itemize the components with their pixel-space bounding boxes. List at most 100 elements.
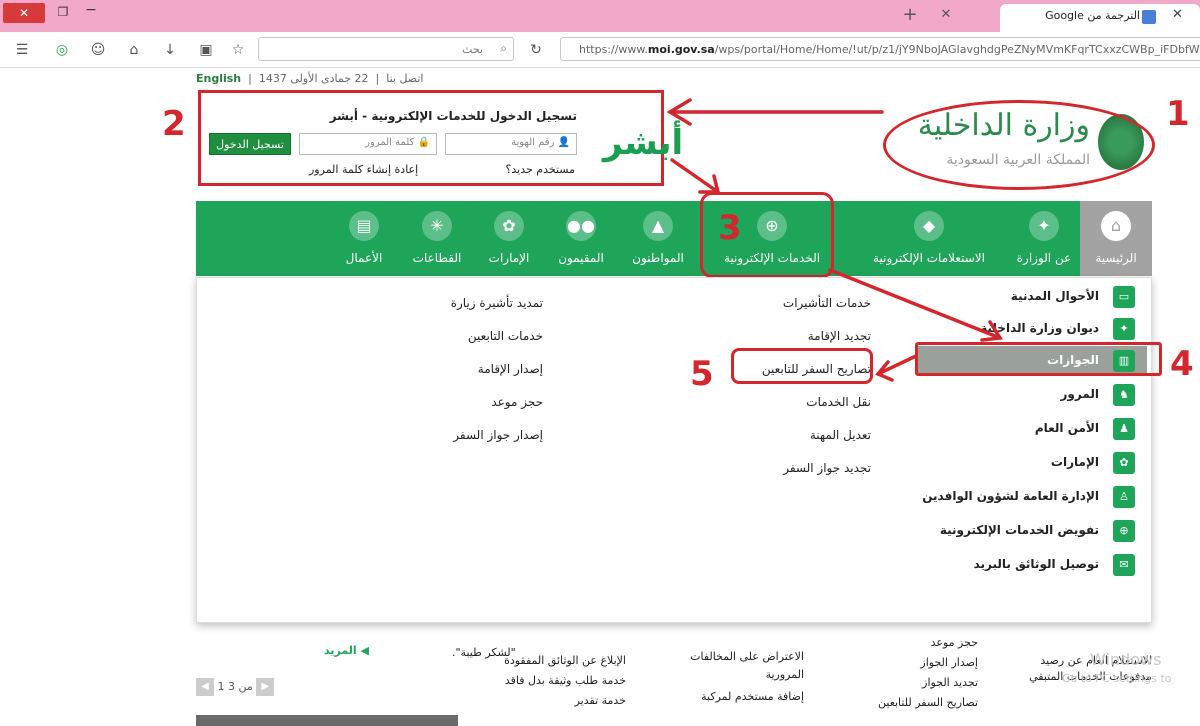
search-box[interactable]: ⌕ xyxy=(258,37,514,61)
sidebar-item-civil-affairs[interactable]: ▭ الأحوال المدنية xyxy=(917,282,1147,312)
emblem-icon: ✦ xyxy=(1113,318,1135,340)
list-item[interactable]: حجز موعد xyxy=(931,636,978,649)
window-close-button[interactable]: ✕ xyxy=(3,3,45,23)
annotation-number-3: 3 xyxy=(718,208,742,248)
screenshot-root: ✕ ❐ − + ✕ الترجمة من Google ✕ ☰ ◎ ☺ ⌂ ↓ … xyxy=(0,0,1200,726)
link-book-appointment[interactable]: حجز موعد xyxy=(491,395,543,409)
officer-icon: ♟ xyxy=(1113,418,1135,440)
nav-home[interactable]: ⌂ الرئيسية xyxy=(1080,201,1152,276)
nav-home-label: الرئيسية xyxy=(1095,251,1137,265)
id-number-field[interactable]: 👤 رقم الهوية xyxy=(445,133,577,155)
link-passport-renewal[interactable]: تجديد جواز السفر xyxy=(783,461,871,475)
arrow-head-2 xyxy=(698,174,721,194)
nav-inquiries-label: الاستعلامات الإلكترونية xyxy=(873,251,985,265)
emirates-icon: ✿ xyxy=(494,211,524,241)
link-visit-visa-extension[interactable]: تمديد تأشيرة زيارة xyxy=(451,296,543,310)
new-user-link[interactable]: مستخدم جديد؟ xyxy=(506,163,575,176)
english-link[interactable]: English xyxy=(196,72,241,85)
nav-sectors[interactable]: ✳ القطاعات xyxy=(402,201,472,276)
window-minimize-icon[interactable]: − xyxy=(82,2,100,22)
nav-residents[interactable]: ●● المقيمون xyxy=(546,201,616,276)
sidebar-item-label: الأحوال المدنية xyxy=(1010,289,1099,303)
sidebar-item-emirates[interactable]: ✿ الإمارات xyxy=(917,448,1147,478)
sidebar-item-label: تفويض الخدمات الإلكترونية xyxy=(939,523,1099,537)
reload-icon[interactable]: ↻ xyxy=(526,40,546,60)
list-item[interactable]: تجديد الجواز xyxy=(922,676,978,689)
nav-inquiries[interactable]: ◆ الاستعلامات الإلكترونية xyxy=(850,201,1008,276)
eservices-dropdown: ▭ الأحوال المدنية ✦ ديوان وزارة الداخلية ▥… xyxy=(196,277,1152,623)
menu-icon[interactable]: ☰ xyxy=(12,40,32,60)
chat-icon[interactable]: ☺ xyxy=(88,40,108,60)
link-iqama-issue[interactable]: إصدار الإقامة xyxy=(478,362,543,376)
new-tab-button[interactable]: + xyxy=(900,4,920,26)
address-bar[interactable]: https://www.moi.gov.sa/wps/portal/Home/H… xyxy=(560,37,1200,61)
family-icon: ♙ xyxy=(1113,486,1135,508)
contact-link[interactable]: اتصل بنا xyxy=(386,72,423,85)
sidebar-item-label: المرور xyxy=(1060,387,1100,401)
link-transfer-services[interactable]: نقل الخدمات xyxy=(806,395,871,409)
nav-business[interactable]: ▤ الأعمال xyxy=(330,201,398,276)
bottom-scrollbar[interactable] xyxy=(196,715,458,726)
list-item[interactable]: تصاريح السفر للتابعين xyxy=(878,696,978,709)
tab-title: الترجمة من Google xyxy=(1045,9,1140,22)
link-iqama-renewal[interactable]: تجديد الإقامة xyxy=(808,329,871,343)
bookmark-star-icon[interactable]: ☆ xyxy=(228,40,248,60)
link-passport-issue[interactable]: إصدار جواز السفر xyxy=(453,428,543,442)
clipboard-icon[interactable]: ▣ xyxy=(196,40,216,60)
login-button[interactable]: تسجيل الدخول xyxy=(209,133,291,155)
sidebar-item-label: الأمن العام xyxy=(1034,421,1099,435)
more-label: المزيد xyxy=(324,644,357,657)
browser-tabbar: ✕ ❐ − + ✕ الترجمة من Google ✕ xyxy=(0,0,1200,32)
annotation-number-4: 4 xyxy=(1170,344,1194,384)
tab-close-icon[interactable]: ✕ xyxy=(936,4,956,26)
nav-citizens[interactable]: ▲ المواطنون xyxy=(620,201,696,276)
sidebar-item-label: الإدارة العامة لشؤون الوافدين xyxy=(922,489,1099,503)
people-icon: ●● xyxy=(566,211,596,241)
reset-password-link[interactable]: إعادة إنشاء كلمة المرور xyxy=(309,163,418,176)
list-item[interactable]: الاعتراض على المخالفات xyxy=(690,650,804,663)
sidebar-item-eservices-delegation[interactable]: ⊕ تفويض الخدمات الإلكترونية xyxy=(917,516,1147,546)
sidebar-item-expats-affairs[interactable]: ♙ الإدارة العامة لشؤون الوافدين xyxy=(917,482,1147,512)
speed-dial-icon[interactable]: ◎ xyxy=(52,40,72,60)
nav-residents-label: المقيمون xyxy=(558,251,604,265)
nav-business-label: الأعمال xyxy=(345,251,383,265)
list-item[interactable]: إضافة مستخدم لمركبة xyxy=(701,690,804,703)
list-item[interactable]: المرورية xyxy=(766,668,804,681)
download-icon[interactable]: ↓ xyxy=(160,40,180,60)
sidebar-item-traffic[interactable]: ♞ المرور xyxy=(917,380,1147,410)
absher-title: تسجيل الدخول للخدمات الإلكترونية - أبشر xyxy=(329,109,577,123)
link-profession-change[interactable]: تعديل المهنة xyxy=(810,428,871,442)
window-restore-icon[interactable]: ❐ xyxy=(54,5,72,21)
home-icon[interactable]: ⌂ xyxy=(124,40,144,60)
search-icon[interactable]: ⌕ xyxy=(500,41,507,56)
link-dependents-services[interactable]: خدمات التابعين xyxy=(468,329,543,343)
briefcase-icon: ▤ xyxy=(349,211,379,241)
pager-next-icon[interactable]: ▶ xyxy=(256,678,275,696)
password-placeholder: كلمة المرور xyxy=(365,137,415,148)
list-item[interactable]: الإبلاغ عن الوثائق المفقودة xyxy=(504,654,626,667)
arrow-head-1 xyxy=(666,98,692,126)
citizen-icon: ▲ xyxy=(643,211,673,241)
pager-prev-icon[interactable]: ◀ xyxy=(196,678,214,696)
list-item[interactable]: إصدار الجواز xyxy=(920,656,978,669)
sidebar-item-mail-delivery[interactable]: ✉ توصيل الوثائق بالبريد xyxy=(917,550,1147,580)
sidebar-item-moi-diwan[interactable]: ✦ ديوان وزارة الداخلية xyxy=(917,314,1147,344)
list-item[interactable]: خدمة تقدير xyxy=(575,694,626,707)
annotation-number-1: 1 xyxy=(1166,94,1190,134)
lock-icon: 🔒 xyxy=(414,137,430,148)
nav-sectors-label: القطاعات xyxy=(412,251,462,265)
more-link[interactable]: ◀ المزيد xyxy=(324,644,369,657)
nav-emirates[interactable]: ✿ الإمارات xyxy=(476,201,542,276)
nav-about[interactable]: ✦ عن الوزارة xyxy=(1008,201,1080,276)
map-icon: ◆ xyxy=(914,211,944,241)
search-input[interactable] xyxy=(259,38,489,61)
list-item[interactable]: خدمة طلب وثيقة بدل فاقد xyxy=(505,674,626,687)
active-tab-close-icon[interactable]: ✕ xyxy=(1172,7,1183,22)
windows-watermark: Windows xyxy=(1090,650,1162,669)
sidebar-item-public-security[interactable]: ♟ الأمن العام xyxy=(917,414,1147,444)
password-field[interactable]: 🔒 كلمة المرور xyxy=(299,133,437,155)
link-visa-services[interactable]: خدمات التأشيرات xyxy=(783,296,871,310)
browser-tab-active[interactable]: الترجمة من Google ✕ xyxy=(1000,4,1200,32)
absher-logo: أبشر xyxy=(603,123,684,163)
sidebar-item-label: ديوان وزارة الداخلية xyxy=(980,321,1099,335)
